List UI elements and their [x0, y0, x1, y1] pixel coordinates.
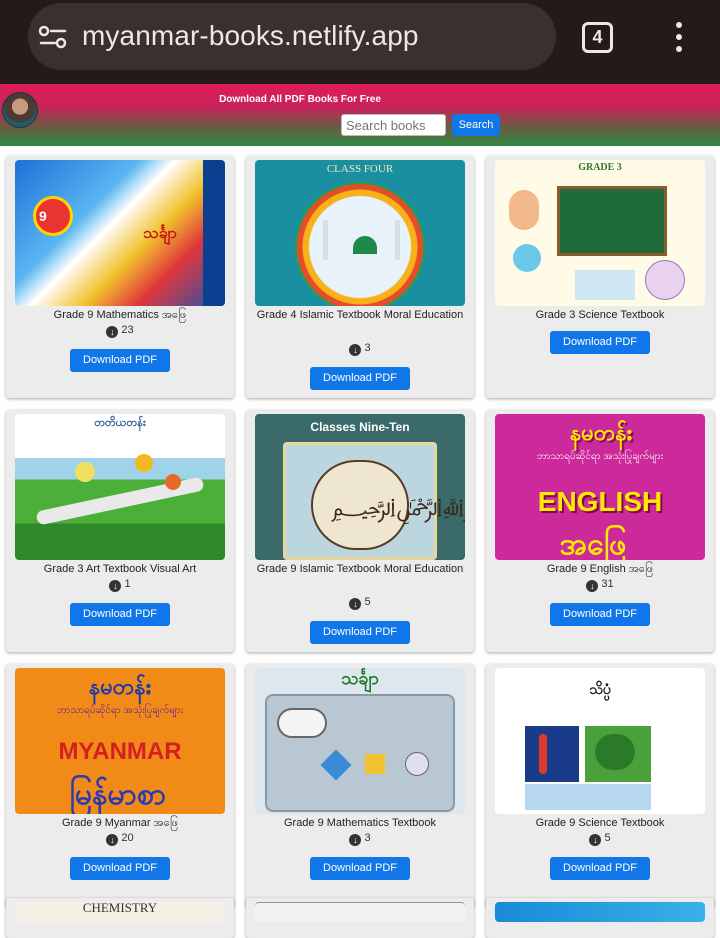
address-bar[interactable]: myanmar-books.netlify.app: [28, 3, 556, 70]
download-count: ↓ 5: [486, 832, 714, 846]
book-card: 9 သင်္ချာ Grade 9 Mathematics အဖြေ ↓ 23 D…: [6, 156, 234, 398]
download-icon: ↓: [349, 598, 362, 610]
book-title: Grade 9 Science Textbook: [535, 817, 665, 829]
download-icon: ↓: [106, 326, 119, 338]
download-icon: ↓: [106, 834, 119, 846]
download-count: ↓ 5: [246, 596, 474, 610]
download-pdf-button[interactable]: Download PDF: [70, 857, 170, 880]
book-grid: 9 သင်္ချာ Grade 9 Mathematics အဖြေ ↓ 23 D…: [0, 146, 720, 938]
book-title: Grade 9 English အဖြေ: [546, 563, 654, 575]
book-title: Grade 3 Art Textbook Visual Art: [43, 563, 197, 575]
book-card: သင်္ချာ Grade 9 Mathematics Textbook ↓ 3 …: [246, 664, 474, 906]
book-cover-image[interactable]: သိပ္ပံ: [495, 668, 705, 814]
book-title: Grade 9 Mathematics Textbook: [283, 817, 437, 829]
download-count: ↓ 31: [486, 578, 714, 592]
download-pdf-button[interactable]: Download PDF: [310, 367, 410, 390]
download-icon: ↓: [109, 580, 122, 592]
book-card: နမတန်း ဘာသာရပ်ဆိုင်ရာ အသုံးပြုချက်များ M…: [6, 664, 234, 906]
book-cover-image[interactable]: 9 သင်္ချာ: [15, 160, 225, 306]
download-pdf-button[interactable]: Download PDF: [310, 857, 410, 880]
download-pdf-button[interactable]: Download PDF: [550, 857, 650, 880]
tab-switcher-button[interactable]: 4: [582, 22, 613, 53]
book-card: [486, 898, 714, 938]
book-cover-image[interactable]: [255, 902, 465, 922]
book-cover-image[interactable]: [495, 902, 705, 922]
book-card: တတိယတန်း Grade 3 Art Textbook Visual Art…: [6, 410, 234, 652]
book-title: Grade 4 Islamic Textbook Moral Education: [256, 309, 464, 321]
browser-toolbar: myanmar-books.netlify.app 4: [0, 0, 720, 84]
book-cover-image[interactable]: GRADE 3: [495, 160, 705, 306]
book-title: Grade 9 Islamic Textbook Moral Education: [256, 563, 464, 575]
search-button[interactable]: Search: [452, 114, 500, 136]
search-input[interactable]: [341, 114, 446, 136]
download-count: ↓ 20: [6, 832, 234, 846]
site-header: Download All PDF Books For Free Search: [0, 84, 720, 146]
download-pdf-button[interactable]: Download PDF: [70, 349, 170, 372]
book-card: [246, 898, 474, 938]
book-card: Classes Nine-Ten ﷽ Grade 9 Islamic Textb…: [246, 410, 474, 652]
site-settings-icon[interactable]: [38, 24, 68, 50]
book-cover-image[interactable]: Classes Nine-Ten ﷽: [255, 414, 465, 560]
book-cover-image[interactable]: တတိယတန်း: [15, 414, 225, 560]
url-text[interactable]: myanmar-books.netlify.app: [82, 20, 419, 52]
book-cover-image[interactable]: နမတန်း ဘာသာရပ်ဆိုင်ရာ အသုံးပြုချက်များ M…: [15, 668, 225, 814]
book-card: CLASS FOUR Grade 4 Islamic Textbook Mora…: [246, 156, 474, 398]
book-card: CHEMISTRY: [6, 898, 234, 938]
download-pdf-button[interactable]: Download PDF: [70, 603, 170, 626]
book-title: Grade 9 Mathematics အဖြေ: [53, 309, 187, 321]
book-card: GRADE 3 Grade 3 Science Textbook Downloa…: [486, 156, 714, 398]
download-icon: ↓: [349, 344, 362, 356]
book-cover-image[interactable]: CLASS FOUR: [255, 160, 465, 306]
download-count: ↓ 3: [246, 832, 474, 846]
book-card: သိပ္ပံ Grade 9 Science Textbook ↓ 5 Downl…: [486, 664, 714, 906]
book-title: Grade 3 Science Textbook: [535, 309, 665, 321]
more-menu-icon[interactable]: [666, 20, 692, 54]
download-count: ↓ 23: [6, 324, 234, 338]
download-count: ↓ 3: [246, 342, 474, 356]
tagline: Download All PDF Books For Free: [219, 94, 381, 105]
book-card: နမတန်း ဘာသာရပ်ဆိုင်ရာ အသုံးပြုချက်များ E…: [486, 410, 714, 652]
book-cover-image[interactable]: သင်္ချာ: [255, 668, 465, 814]
book-cover-image[interactable]: နမတန်း ဘာသာရပ်ဆိုင်ရာ အသုံးပြုချက်များ E…: [495, 414, 705, 560]
download-icon: ↓: [589, 834, 602, 846]
download-icon: ↓: [586, 580, 599, 592]
download-pdf-button[interactable]: Download PDF: [310, 621, 410, 644]
book-cover-image[interactable]: CHEMISTRY: [15, 902, 225, 922]
book-title: Grade 9 Myanmar အဖြေ: [61, 817, 179, 829]
download-pdf-button[interactable]: Download PDF: [550, 603, 650, 626]
download-icon: ↓: [349, 834, 362, 846]
download-pdf-button[interactable]: Download PDF: [550, 331, 650, 354]
download-count: ↓ 1: [6, 578, 234, 592]
